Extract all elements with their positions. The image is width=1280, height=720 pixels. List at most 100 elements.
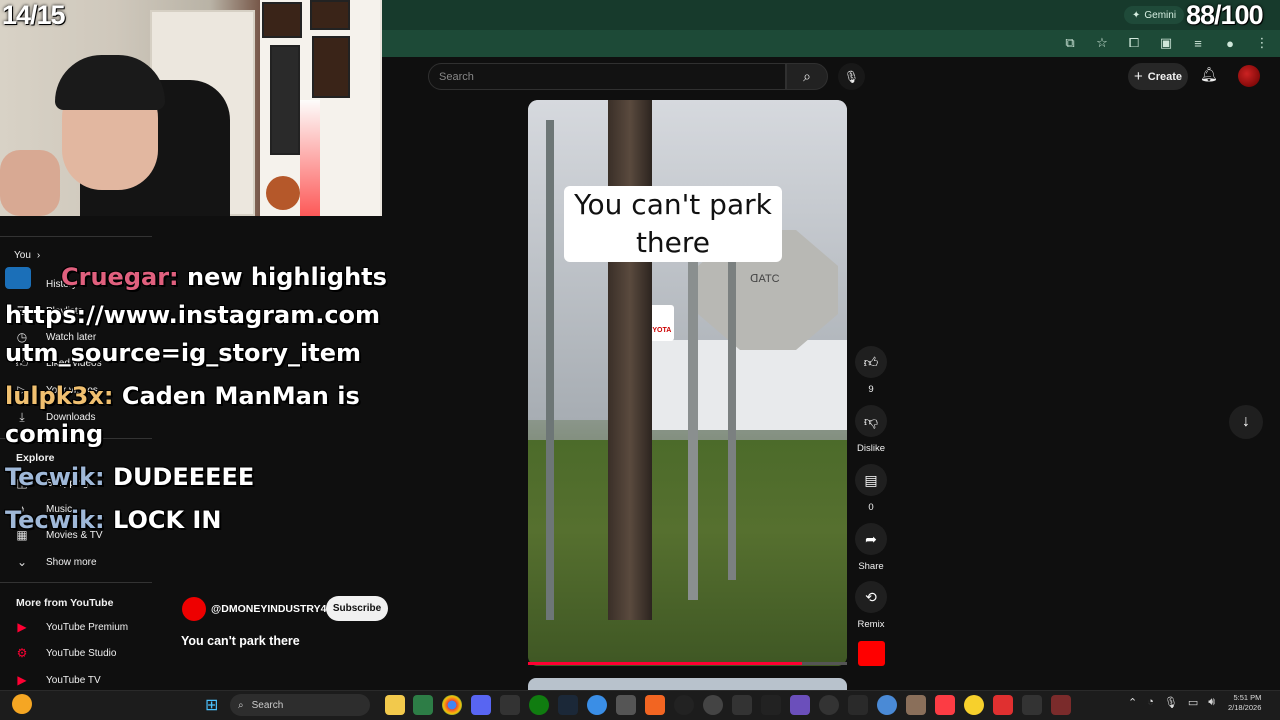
share-button[interactable]: ➦ Share: [855, 523, 887, 572]
avatar[interactable]: [1238, 65, 1260, 87]
video-pole: [728, 260, 736, 580]
sidebar-item-youtube-tv[interactable]: ▶ YouTube TV: [14, 673, 100, 687]
app-icon[interactable]: [848, 695, 868, 715]
shorts-video-player[interactable]: TOYOTA ᗡATC You can't park there: [528, 100, 847, 666]
search-input[interactable]: Search: [428, 63, 786, 90]
channel-name[interactable]: @DMONEYINDUSTRY4: [211, 603, 326, 615]
app-icon[interactable]: [587, 695, 607, 715]
steam-icon[interactable]: [558, 695, 578, 715]
gemini-label: Gemini: [1144, 9, 1177, 21]
display-icon[interactable]: ▭: [1188, 696, 1198, 709]
chat-message: Tecwik: LOCK IN: [5, 501, 385, 539]
chat-message: Tecwik: DUDEEEEE: [5, 458, 385, 496]
share-icon: ➦: [855, 523, 887, 555]
comment-count: 0: [868, 502, 874, 513]
mic-icon[interactable]: 🎙︎: [1164, 696, 1178, 709]
app-icon[interactable]: [761, 695, 781, 715]
app-icon[interactable]: [906, 695, 926, 715]
app-icon[interactable]: [1022, 695, 1042, 715]
chat-text: new highlights: [186, 263, 387, 291]
app-icon[interactable]: [877, 695, 897, 715]
video-title[interactable]: You can't park there: [181, 634, 300, 648]
create-button[interactable]: + Create: [1128, 63, 1188, 90]
gemini-button[interactable]: ✦ Gemini: [1124, 6, 1185, 24]
video-caption: You can't park there: [574, 188, 772, 259]
xbox-icon[interactable]: [529, 695, 549, 715]
app-icon[interactable]: [964, 695, 984, 715]
profile-icon[interactable]: ●: [1220, 34, 1240, 52]
webcam-hand: [0, 150, 60, 216]
webcam-basketball: [266, 176, 300, 210]
epic-games-icon[interactable]: [500, 695, 520, 715]
chat-username: lulpk3x:: [5, 382, 114, 410]
sparkle-icon: ✦: [1132, 9, 1141, 21]
sidebar-item-label: Show more: [46, 556, 97, 568]
chat-badge-icon: [5, 267, 31, 289]
chrome-icon[interactable]: [442, 695, 462, 715]
system-tray: ⌃ ◔ 🎙︎ ▭ 🔊︎: [1128, 696, 1215, 709]
sidebar-item-label: YouTube Studio: [46, 647, 117, 659]
chat-message: Cruegar: new highlights: [5, 258, 387, 296]
sidebar-item-youtube-premium[interactable]: ▶ YouTube Premium: [14, 620, 128, 634]
app-icon[interactable]: [790, 695, 810, 715]
taskbar-search[interactable]: ⌕ Search: [230, 694, 370, 716]
app-icon[interactable]: [674, 695, 694, 715]
webcam-poster: [270, 45, 300, 155]
sidebar-divider: [0, 582, 152, 583]
app-icon[interactable]: [1051, 695, 1071, 715]
next-video-preview[interactable]: [528, 678, 847, 690]
file-explorer-icon[interactable]: [385, 695, 405, 715]
chat-text: utm_source=ig_story_item: [5, 339, 361, 367]
app-icon[interactable]: [732, 695, 752, 715]
remix-button[interactable]: ⟲ Remix: [855, 581, 887, 630]
notifications-bell-icon[interactable]: 🔔︎: [1200, 66, 1218, 83]
network-icon[interactable]: ◔: [1147, 696, 1154, 709]
windows-start-icon[interactable]: ⊞: [205, 695, 218, 715]
dislike-button[interactable]: 👎︎ Dislike: [855, 405, 887, 454]
music-app-icon[interactable]: [935, 695, 955, 715]
chat-text: LOCK IN: [113, 506, 222, 534]
reading-list-icon[interactable]: ≡: [1188, 34, 1208, 52]
comments-button[interactable]: ▤ 0: [855, 464, 887, 513]
video-utility-pole: [608, 100, 652, 620]
app-icon[interactable]: [993, 695, 1013, 715]
sign-text: ᗡATC: [750, 273, 780, 285]
app-icon[interactable]: [819, 695, 839, 715]
minecraft-icon[interactable]: [616, 695, 636, 715]
channel-avatar[interactable]: [182, 597, 206, 621]
bookmark-star-icon[interactable]: ☆: [1092, 34, 1112, 52]
sound-thumbnail[interactable]: [858, 641, 885, 666]
settings-icon[interactable]: [703, 695, 723, 715]
remix-label: Remix: [857, 619, 885, 630]
volume-icon[interactable]: 🔊︎: [1208, 696, 1215, 709]
share-label: Share: [858, 561, 884, 572]
browser-toolbar-icons: ⧉ ☆ ⧠ ▣ ≡ ● ⋮: [1060, 34, 1272, 52]
voice-search-button[interactable]: 🎙︎: [838, 63, 865, 90]
subscribe-button[interactable]: Subscribe: [326, 596, 388, 621]
sidebar-item-show-more[interactable]: ⌄ Show more: [14, 555, 97, 569]
like-button[interactable]: 👍︎ 9: [855, 346, 887, 395]
discord-icon[interactable]: [471, 695, 491, 715]
search-icon: ⌕: [803, 68, 811, 84]
webcam-feed: 14/15: [0, 0, 382, 216]
chat-username: Tecwik:: [5, 463, 105, 491]
weather-widget-icon[interactable]: [12, 694, 32, 714]
extensions-icon[interactable]: ⧠: [1124, 34, 1144, 52]
stream-counter-left: 14/15: [2, 0, 66, 30]
stream-chat-overlay: Cruegar: new highlights https://www.inst…: [5, 258, 387, 539]
menu-kebab-icon[interactable]: ⋮: [1252, 34, 1272, 52]
sidebar-icon[interactable]: ▣: [1156, 34, 1176, 52]
sidebar-item-youtube-studio[interactable]: ⚙ YouTube Studio: [14, 646, 117, 660]
app-icon[interactable]: [645, 695, 665, 715]
clock-time: 5:51 PM: [1233, 693, 1262, 702]
install-app-icon[interactable]: ⧉: [1060, 34, 1080, 52]
next-short-button[interactable]: ↓: [1229, 405, 1263, 439]
chat-username: Tecwik:: [5, 506, 105, 534]
taskbar-clock[interactable]: 5:51 PM 2/18/2026: [1228, 693, 1261, 713]
search-button[interactable]: ⌕: [786, 63, 828, 90]
store-icon[interactable]: [413, 695, 433, 715]
video-progress-bar[interactable]: [528, 662, 803, 665]
chevron-down-icon: ⌄: [16, 555, 28, 569]
chevron-up-icon[interactable]: ⌃: [1128, 696, 1137, 709]
video-building: [628, 340, 847, 430]
